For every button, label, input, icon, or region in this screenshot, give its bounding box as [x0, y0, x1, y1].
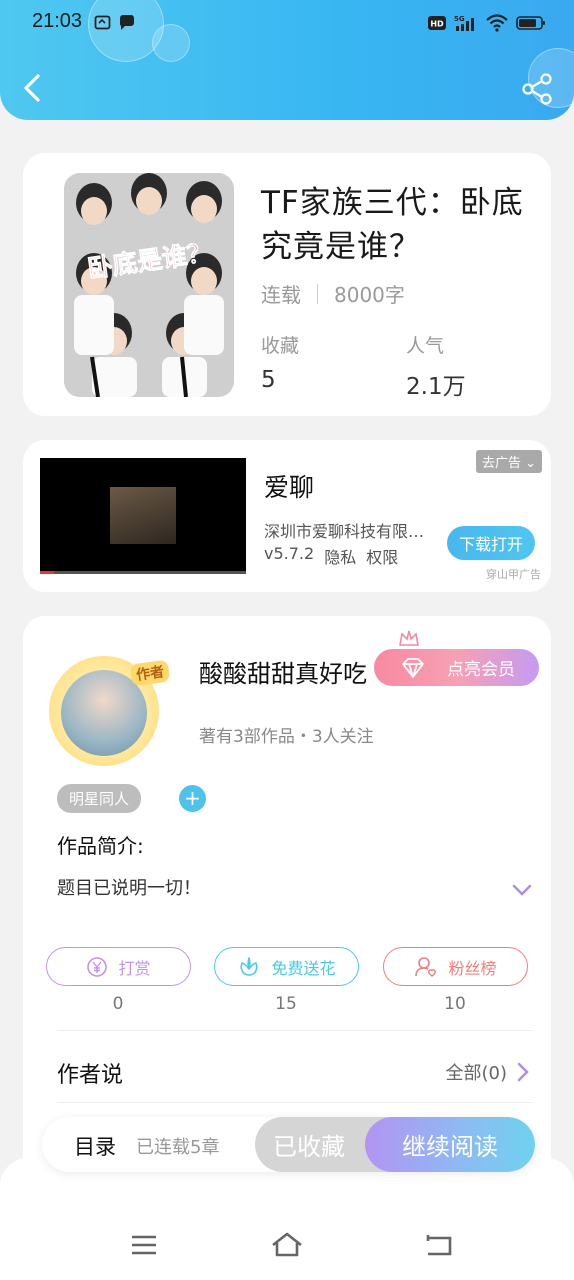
ad-permissions-link[interactable]: 权限	[366, 544, 398, 568]
status-bar: 21:03 HD 5G	[32, 10, 546, 38]
ad-source: 穿山甲广告	[486, 568, 541, 581]
send-flower-button[interactable]: 免费送花	[214, 947, 359, 986]
menu-icon[interactable]	[124, 1230, 164, 1260]
signal-5g-icon: 5G	[454, 15, 474, 31]
vip-button[interactable]: 点亮会员	[374, 630, 539, 686]
send-flower-label: 免费送花	[271, 958, 336, 978]
author-name[interactable]: 酸酸甜甜真好吃	[199, 654, 367, 689]
back-icon[interactable]	[418, 1230, 458, 1260]
add-tag-button[interactable]: +	[179, 785, 206, 812]
popularity-label: 人气	[406, 335, 445, 357]
continue-reading-button[interactable]: 继续阅读	[365, 1117, 535, 1172]
favorites-value: 5	[261, 367, 276, 393]
author-says-all-link[interactable]: 全部(0)	[446, 1059, 530, 1085]
vip-label: 点亮会员	[447, 660, 515, 680]
battery-icon	[516, 16, 545, 30]
cover-image: 卧底是谁？	[64, 173, 234, 397]
favorites-label: 收藏	[261, 335, 300, 357]
ad-download-button[interactable]: 下载打开	[447, 526, 535, 560]
ad-video[interactable]	[40, 458, 246, 574]
book-info-card: 卧底是谁？ TF家族三代：卧底究竟是谁？ 连载 8000字 收藏 5 人气 2.…	[23, 153, 551, 416]
book-status: 连载	[261, 283, 301, 307]
book-cover[interactable]: 卧底是谁？	[64, 173, 234, 397]
reward-label: 打赏	[118, 958, 151, 978]
intro-label: 作品简介:	[57, 834, 144, 858]
status-time: 21:03	[32, 10, 83, 32]
system-nav-bar	[0, 1158, 574, 1280]
popularity-value: 2.1万	[406, 374, 466, 400]
notification-icon	[94, 15, 111, 30]
toc-button[interactable]: 目录	[74, 1131, 116, 1161]
author-avatar[interactable]: 作者	[49, 656, 171, 768]
reading-action-bar: 目录 已连载5章 已收藏 继续阅读	[42, 1117, 535, 1172]
ad-version: v5.7.2	[264, 544, 315, 563]
wifi-icon	[486, 14, 508, 32]
ad-video-progress	[40, 571, 246, 574]
header-bar: 21:03 HD 5G	[0, 0, 574, 120]
reward-count: 0	[112, 994, 124, 1014]
flower-icon	[240, 956, 259, 976]
flower-count: 15	[275, 994, 297, 1014]
ad-video-thumbnail	[110, 487, 176, 544]
remove-ad-button[interactable]: 去广告 ⌄	[475, 450, 542, 473]
crown-icon	[399, 630, 419, 646]
divider	[57, 1102, 533, 1103]
svg-text:5G: 5G	[454, 15, 465, 23]
word-count: 8000字	[334, 283, 405, 307]
svg-text:HD: HD	[430, 20, 444, 29]
author-meta: 著有3部作品・3人关注	[199, 727, 374, 747]
fans-count: 10	[444, 994, 466, 1014]
hd-icon: HD	[428, 16, 446, 30]
back-button[interactable]	[18, 70, 48, 106]
chevron-down-icon[interactable]	[510, 882, 534, 898]
home-icon[interactable]	[267, 1230, 307, 1260]
ad-app-name: 爱聊	[264, 473, 315, 502]
fans-ranking-label: 粉丝榜	[448, 958, 497, 978]
share-button[interactable]	[520, 72, 554, 106]
ad-privacy-link[interactable]: 隐私	[324, 544, 356, 568]
chevron-right-icon	[517, 1062, 529, 1082]
author-card: 作者 酸酸甜甜真好吃 点亮会员 著有3部作品・3人关注 明星同人 + 作品简介:…	[23, 616, 551, 1176]
ad-app-info: v5.7.2 隐私 权限	[264, 544, 398, 568]
collected-label: 已收藏	[273, 1133, 345, 1161]
yen-coin-icon	[87, 956, 108, 977]
fan-user-icon	[415, 956, 437, 977]
author-says-all-label: 全部(0)	[445, 1063, 508, 1084]
author-badge: 作者	[129, 659, 171, 687]
meta-divider	[317, 283, 318, 304]
ad-company: 深圳市爱聊科技有限公司	[264, 522, 434, 541]
toc-status: 已连载5章	[136, 1137, 220, 1158]
fans-ranking-button[interactable]: 粉丝榜	[383, 947, 528, 986]
divider	[57, 1030, 533, 1031]
ad-card[interactable]: 去广告 ⌄ 爱聊 深圳市爱聊科技有限公司 v5.7.2 隐私 权限 下载打开 穿…	[23, 440, 551, 592]
author-says-title: 作者说	[57, 1063, 124, 1088]
intro-text: 题目已说明一切！	[57, 878, 201, 899]
chat-bubble-icon	[120, 15, 134, 30]
reward-button[interactable]: 打赏	[46, 947, 191, 986]
book-meta: 连载 8000字	[261, 279, 405, 308]
diamond-icon	[402, 658, 424, 678]
genre-tag[interactable]: 明星同人	[57, 784, 142, 813]
book-title: TF家族三代：卧底究竟是谁？	[261, 185, 524, 265]
